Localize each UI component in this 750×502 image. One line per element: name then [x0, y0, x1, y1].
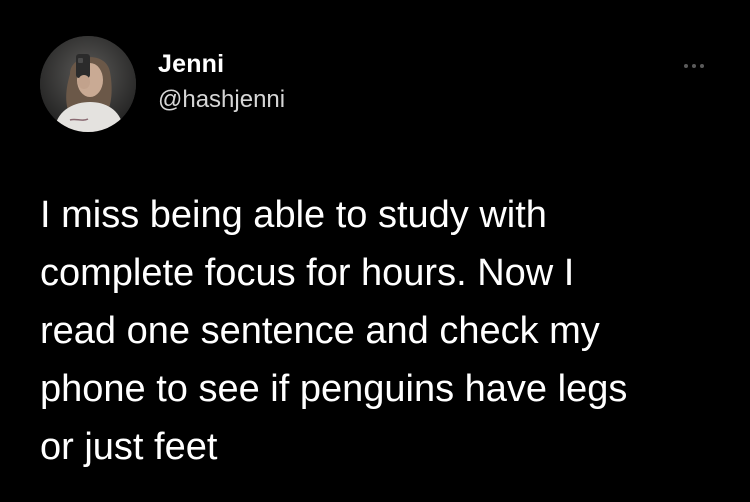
- tweet-text: I miss being able to study with complete…: [40, 186, 720, 476]
- more-dots-icon: [684, 64, 688, 68]
- avatar[interactable]: [40, 36, 136, 132]
- tweet-card: Jenni @hashjenni I miss being able to st…: [0, 0, 750, 502]
- tweet-line: or just feet: [40, 426, 218, 468]
- display-name[interactable]: Jenni: [158, 50, 224, 79]
- tweet-line: complete focus for hours. Now I: [40, 252, 575, 294]
- more-dots-icon: [692, 64, 696, 68]
- more-options-button[interactable]: [676, 56, 712, 76]
- tweet-line: phone to see if penguins have legs: [40, 368, 628, 410]
- user-handle[interactable]: @hashjenni: [158, 86, 285, 114]
- more-dots-icon: [700, 64, 704, 68]
- profile-photo-icon: [40, 36, 136, 132]
- tweet-line: read one sentence and check my: [40, 310, 600, 352]
- tweet-line: I miss being able to study with: [40, 194, 547, 236]
